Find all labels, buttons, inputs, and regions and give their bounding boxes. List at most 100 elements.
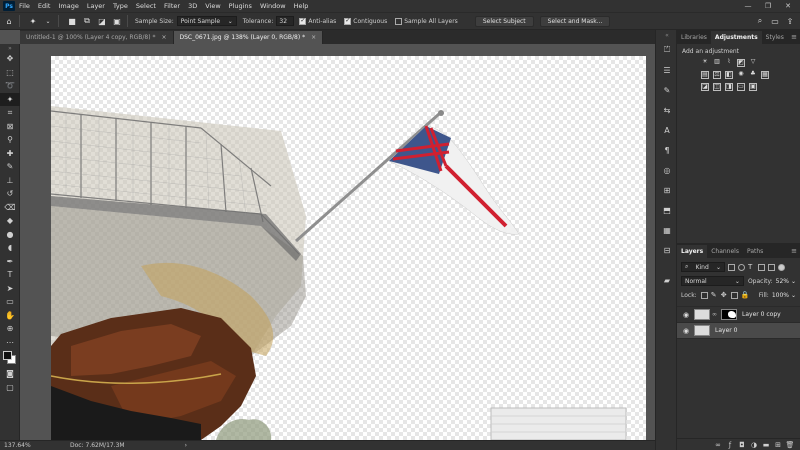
delete-layer-icon[interactable]: 🗑 [784, 441, 796, 449]
layer-item-layer-0[interactable]: ◉ Layer 0 [677, 323, 800, 339]
filter-toggle-icon[interactable] [778, 263, 785, 271]
brightness-icon[interactable]: ☀ [701, 59, 709, 67]
vibrance-icon[interactable]: ▽ [749, 59, 757, 67]
eye-icon[interactable]: ◉ [681, 311, 691, 319]
chevron-down-icon[interactable]: ⌄ [791, 278, 796, 285]
foreground-color-swatch[interactable] [3, 351, 12, 360]
posterize-icon[interactable]: ◫ [713, 83, 721, 91]
layer-item-layer-0-copy[interactable]: ◉ ∞ Layer 0 copy [677, 307, 800, 323]
smart-object-filter-icon[interactable] [768, 263, 775, 271]
eye-icon[interactable]: ◉ [681, 327, 691, 335]
tab-layers[interactable]: Layers [677, 245, 708, 258]
menu-help[interactable]: Help [290, 2, 313, 10]
panel-menu-icon[interactable]: ≡ [791, 31, 797, 44]
canvas-area[interactable] [21, 44, 655, 440]
add-mask-icon[interactable]: ◘ [736, 441, 748, 449]
collapse-icon[interactable]: « [656, 30, 678, 40]
menu-select[interactable]: Select [132, 2, 160, 10]
new-layer-icon[interactable]: ⊞ [772, 441, 784, 449]
kind-filter-select[interactable]: ⌕ Kind ⌄ [681, 262, 725, 272]
tab-paths[interactable]: Paths [743, 245, 767, 258]
selective-color-icon[interactable]: ▣ [749, 83, 757, 91]
hand-tool-icon[interactable]: ✋ [0, 309, 20, 323]
tab-libraries[interactable]: Libraries [677, 31, 711, 44]
adjust-icon[interactable]: ⇆ [656, 100, 678, 120]
lock-artboard-icon[interactable] [730, 291, 738, 299]
tab-adjustments[interactable]: Adjustments [710, 31, 762, 44]
menu-layer[interactable]: Layer [83, 2, 109, 10]
threshold-icon[interactable]: ◨ [725, 83, 733, 91]
intersect-selection-icon[interactable]: ▣ [111, 15, 123, 27]
hue-saturation-icon[interactable]: ▤ [701, 71, 709, 79]
sample-all-layers-checkbox[interactable] [395, 17, 403, 25]
curves-icon[interactable]: ⌇ [725, 59, 733, 67]
paint-bucket-tool-icon[interactable]: ◆ [0, 214, 20, 228]
swatches-icon[interactable]: ▦ [656, 220, 678, 240]
type-filter-icon[interactable]: T [748, 263, 755, 271]
tab-channels[interactable]: Channels [707, 245, 743, 258]
toolbar-collapse-icon[interactable]: » [0, 44, 20, 52]
color-swatches[interactable] [0, 349, 20, 367]
lock-all-icon[interactable]: 🔒 [741, 291, 750, 299]
crop-tool-icon[interactable]: ⌗ [0, 106, 20, 120]
pen-tool-icon[interactable]: ✒ [0, 255, 20, 269]
color-lookup-icon[interactable]: ▦ [761, 71, 769, 79]
dodge-tool-icon[interactable]: ◖ [0, 241, 20, 255]
link-icon[interactable]: ∞ [712, 311, 718, 318]
home-icon[interactable]: ⌂ [3, 15, 15, 27]
fill-value[interactable]: 100% [772, 292, 789, 299]
menu-type[interactable]: Type [109, 2, 132, 10]
adjustment-filter-icon[interactable] [738, 263, 745, 271]
navigator-icon[interactable]: ⬒ [656, 200, 678, 220]
new-adjustment-icon[interactable]: ◑ [748, 441, 760, 449]
rectangle-tool-icon[interactable]: ▭ [0, 295, 20, 309]
menu-edit[interactable]: Edit [34, 2, 55, 10]
quick-mask-icon[interactable]: ◙ [0, 367, 20, 381]
search-icon[interactable]: ⌕ [754, 15, 766, 27]
menu-window[interactable]: Window [256, 2, 290, 10]
add-to-selection-icon[interactable]: ⧉ [81, 15, 93, 27]
tolerance-input[interactable]: 32 [276, 16, 295, 26]
paragraph-icon[interactable]: ¶ [656, 140, 678, 160]
workspace-icon[interactable]: ▭ [769, 15, 781, 27]
contiguous-checkbox[interactable]: ✓ [344, 17, 352, 25]
magic-wand-icon[interactable]: ✦ [27, 15, 39, 27]
menu-filter[interactable]: Filter [160, 2, 184, 10]
blend-mode-select[interactable]: Normal ⌄ [681, 276, 744, 286]
layer-style-icon[interactable]: ƒ [724, 441, 736, 449]
opacity-value[interactable]: 52% [776, 278, 789, 285]
anti-alias-checkbox[interactable]: ✓ [299, 17, 307, 25]
zoom-tool-icon[interactable]: ⊕ [0, 322, 20, 336]
close-window-button[interactable]: ✕ [778, 0, 798, 12]
type-icon[interactable]: A [656, 120, 678, 140]
actions-icon[interactable]: ⊟ [656, 240, 678, 260]
levels-icon[interactable]: ▥ [713, 59, 721, 67]
marquee-tool-icon[interactable]: ⬚ [0, 66, 20, 80]
eraser-tool-icon[interactable]: ⌫ [0, 201, 20, 215]
menu-view[interactable]: View [201, 2, 224, 10]
lasso-tool-icon[interactable]: ➰ [0, 79, 20, 93]
status-arrow-icon[interactable]: › [185, 442, 187, 449]
healing-brush-tool-icon[interactable]: ✚ [0, 147, 20, 161]
document-canvas[interactable] [51, 56, 646, 440]
move-tool-icon[interactable]: ✥ [0, 52, 20, 66]
select-and-mask-button[interactable]: Select and Mask... [539, 15, 611, 27]
eyedropper-tool-icon[interactable]: ⚲ [0, 133, 20, 147]
minimize-button[interactable]: — [738, 0, 758, 12]
black-white-icon[interactable]: ◧ [725, 71, 733, 79]
lock-image-icon[interactable]: ✎ [711, 291, 718, 299]
menu-plugins[interactable]: Plugins [225, 2, 256, 10]
color-balance-icon[interactable]: ⚖ [713, 71, 721, 79]
menu-file[interactable]: File [15, 2, 34, 10]
close-tab-icon[interactable]: × [161, 34, 166, 41]
layers-menu-icon[interactable]: ≡ [791, 245, 797, 258]
glyphs-icon[interactable]: ⊞ [656, 180, 678, 200]
close-tab-icon[interactable]: × [311, 34, 316, 41]
link-layers-icon[interactable]: ∞ [712, 441, 724, 449]
tab-dsc-0671[interactable]: DSC_0671.jpg @ 138% (Layer 0, RGB/8) * × [173, 31, 324, 44]
zoom-level[interactable]: 137.64% [4, 442, 44, 449]
select-subject-button[interactable]: Select Subject [474, 15, 534, 27]
brush-tool-icon[interactable]: ✎ [0, 160, 20, 174]
new-group-icon[interactable]: ▬ [760, 441, 772, 449]
screen-mode-icon[interactable]: ▢ [0, 381, 20, 395]
